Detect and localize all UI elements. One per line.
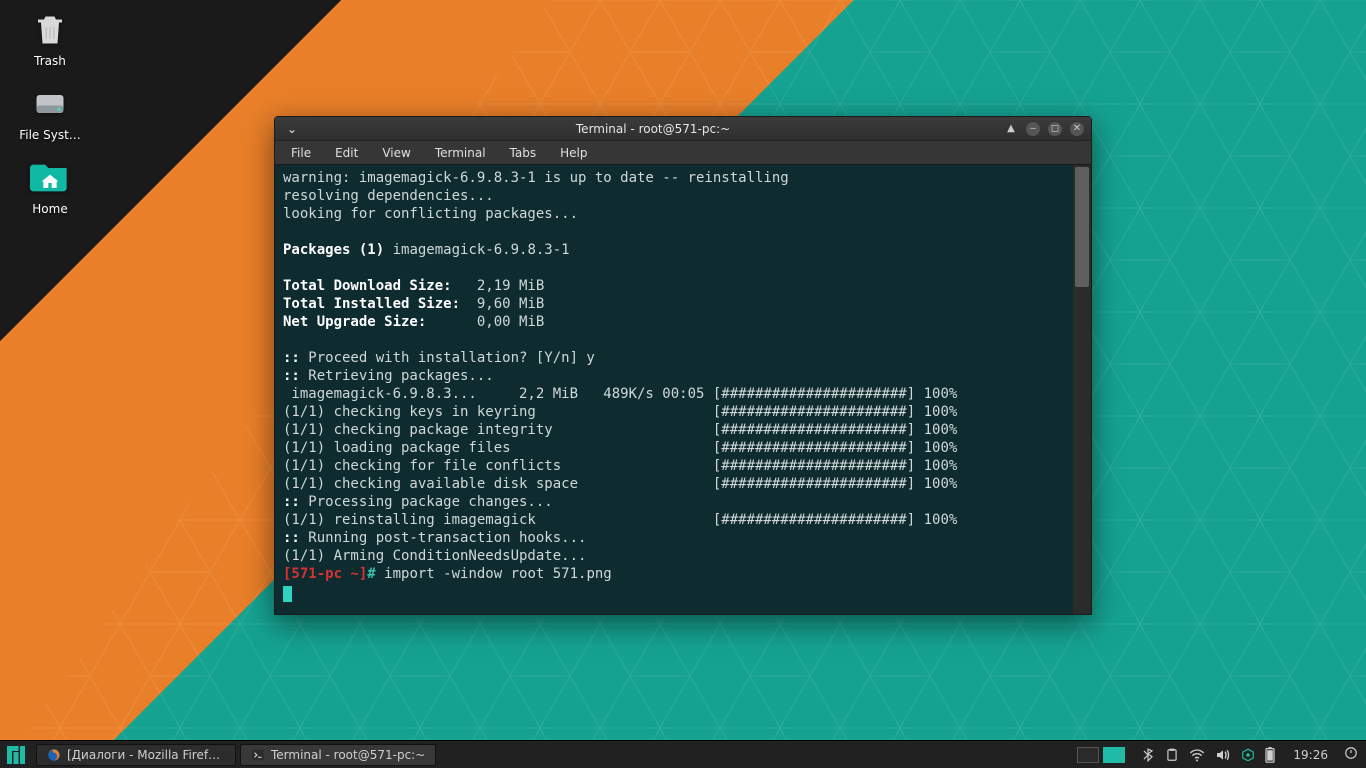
- bluetooth-icon[interactable]: [1141, 748, 1155, 762]
- home-folder-icon: [26, 158, 74, 198]
- manjaro-logo-icon: [7, 746, 25, 764]
- clock[interactable]: 19:26: [1285, 748, 1336, 762]
- task-label: Terminal - root@571-pc:~: [271, 748, 425, 762]
- window-menu-icon[interactable]: ⌄: [281, 122, 303, 136]
- updates-icon[interactable]: [1241, 748, 1255, 762]
- trash-icon: [26, 10, 74, 50]
- close-button[interactable]: ✕: [1069, 121, 1085, 137]
- desktop-icons: Trash File Syst… Home: [10, 10, 90, 232]
- desktop-icon-filesystem[interactable]: File Syst…: [10, 84, 90, 142]
- menu-terminal[interactable]: Terminal: [425, 144, 496, 162]
- logout-icon: [1344, 746, 1358, 760]
- task-label: [Диалоги - Mozilla Firefox]: [67, 748, 225, 762]
- taskbar: [Диалоги - Mozilla Firefox] Terminal - r…: [0, 740, 1366, 768]
- scrollbar-thumb[interactable]: [1075, 167, 1089, 287]
- desktop-icon-home[interactable]: Home: [10, 158, 90, 216]
- desktop-icon-label: File Syst…: [19, 128, 81, 142]
- menu-help[interactable]: Help: [550, 144, 597, 162]
- clipboard-icon[interactable]: [1165, 748, 1179, 762]
- menu-view[interactable]: View: [372, 144, 420, 162]
- terminal-icon: [251, 748, 265, 762]
- taskbar-task-terminal[interactable]: Terminal - root@571-pc:~: [240, 744, 436, 766]
- desktop-icon-label: Home: [32, 202, 67, 216]
- firefox-icon: [47, 748, 61, 762]
- drive-icon: [26, 84, 74, 124]
- workspace-1[interactable]: [1077, 747, 1099, 763]
- battery-icon[interactable]: [1265, 747, 1275, 763]
- start-button[interactable]: [0, 741, 32, 768]
- shade-up-icon[interactable]: ▲: [1003, 121, 1019, 137]
- menubar: File Edit View Terminal Tabs Help: [275, 141, 1091, 165]
- system-tray: [1067, 747, 1285, 763]
- terminal-window: ⌄ Terminal - root@571-pc:~ ▲ ‒ ◻ ✕ File …: [274, 116, 1092, 615]
- workspace-switcher: [1077, 747, 1125, 763]
- menu-edit[interactable]: Edit: [325, 144, 368, 162]
- taskbar-task-firefox[interactable]: [Диалоги - Mozilla Firefox]: [36, 744, 236, 766]
- minimize-button[interactable]: ‒: [1025, 121, 1041, 137]
- session-button[interactable]: [1336, 746, 1366, 763]
- menu-file[interactable]: File: [281, 144, 321, 162]
- menu-tabs[interactable]: Tabs: [500, 144, 547, 162]
- wifi-icon[interactable]: [1189, 748, 1205, 762]
- desktop-icon-label: Trash: [34, 54, 66, 68]
- terminal-content[interactable]: warning: imagemagick-6.9.8.3-1 is up to …: [275, 165, 1091, 614]
- volume-icon[interactable]: [1215, 748, 1231, 762]
- maximize-button[interactable]: ◻: [1047, 121, 1063, 137]
- titlebar[interactable]: ⌄ Terminal - root@571-pc:~ ▲ ‒ ◻ ✕: [275, 117, 1091, 141]
- workspace-2[interactable]: [1103, 747, 1125, 763]
- window-title: Terminal - root@571-pc:~: [303, 122, 1003, 136]
- desktop-icon-trash[interactable]: Trash: [10, 10, 90, 68]
